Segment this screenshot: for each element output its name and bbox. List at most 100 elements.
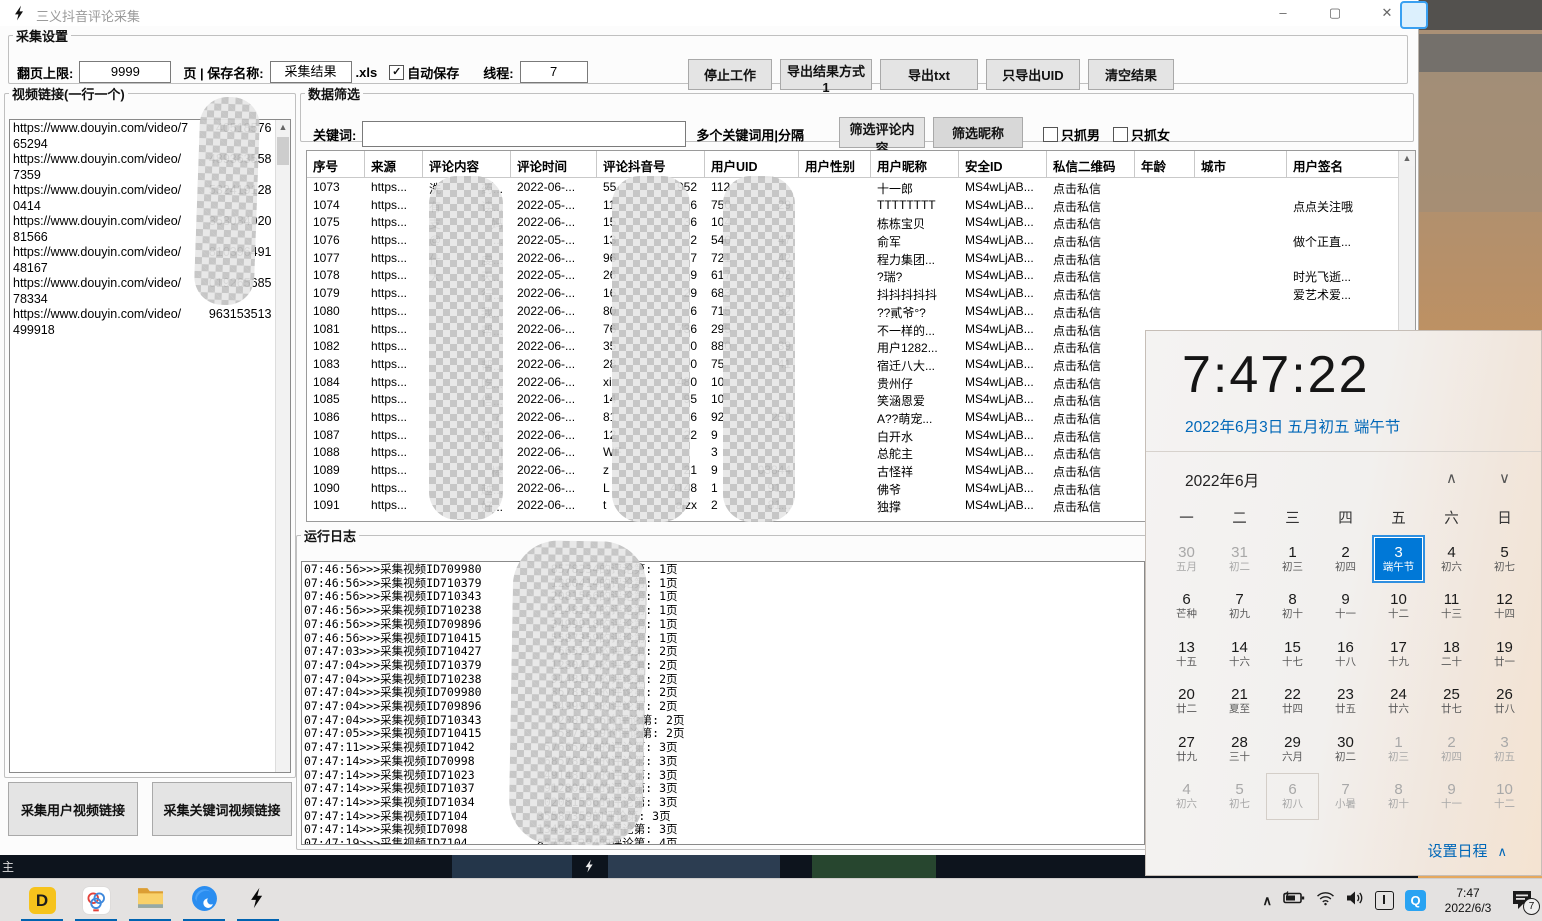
calendar-day[interactable]: 9十一	[1425, 773, 1478, 821]
calendar-day[interactable]: 30初二	[1319, 725, 1372, 773]
taskbar-qq-browser-icon[interactable]	[182, 879, 226, 921]
calendar-day[interactable]: 9十一	[1319, 583, 1372, 631]
calendar-day[interactable]: 28三十	[1213, 725, 1266, 773]
table-cell: 用户1282...	[871, 337, 959, 355]
calendar-day[interactable]: 25廿七	[1425, 678, 1478, 726]
taskbar-lightning-tool-icon[interactable]	[236, 879, 280, 921]
calendar-day[interactable]: 3端午节	[1372, 535, 1425, 583]
column-header[interactable]: 年龄	[1135, 151, 1195, 177]
column-header[interactable]: 序号	[307, 151, 365, 177]
collect-user-videos-button[interactable]: 采集用户视频链接	[8, 782, 138, 836]
calendar-day[interactable]: 2初四	[1425, 725, 1478, 773]
calendar-day[interactable]: 5初七	[1478, 535, 1531, 583]
keyword-input[interactable]	[362, 121, 686, 147]
column-header[interactable]: 来源	[365, 151, 423, 177]
calendar-day[interactable]: 22廿四	[1266, 678, 1319, 726]
calendar-day[interactable]: 8初十	[1266, 583, 1319, 631]
taskbar-douyin-tool-icon[interactable]: D	[20, 879, 64, 921]
calendar-day[interactable]: 31初二	[1213, 535, 1266, 583]
calendar-day[interactable]: 10十二	[1372, 583, 1425, 631]
close-button[interactable]: ✕	[1372, 3, 1402, 23]
tray-clock[interactable]: 7:47 2022/6/3	[1437, 886, 1499, 916]
male-only-checkbox[interactable]: 只抓男	[1043, 125, 1100, 144]
calendar-day[interactable]: 8初十	[1372, 773, 1425, 821]
calendar-day[interactable]: 6芒种	[1160, 583, 1213, 631]
calendar-day[interactable]: 30五月	[1160, 535, 1213, 583]
calendar-day[interactable]: 2初四	[1319, 535, 1372, 583]
column-header[interactable]: 用户签名	[1287, 151, 1399, 177]
calendar-day[interactable]: 20廿二	[1160, 678, 1213, 726]
taskbar-file-explorer-icon[interactable]	[128, 879, 172, 921]
calendar-day[interactable]: 4初六	[1425, 535, 1478, 583]
clock-date-link[interactable]: 2022年6月3日 五月初五 端午节	[1185, 415, 1400, 437]
filter-nickname-button[interactable]: 筛选昵称	[933, 117, 1023, 148]
log-line: 07:47:14>>>采集视频ID7104 35587359的评论第: 3页	[304, 810, 1142, 824]
calendar-day[interactable]: 3初五	[1478, 725, 1531, 773]
calendar-day[interactable]: 5初七	[1213, 773, 1266, 821]
collapse-icon[interactable]: ∧	[1497, 844, 1507, 859]
calendar-day[interactable]: 24廿六	[1372, 678, 1425, 726]
ime-icon[interactable]	[1375, 891, 1394, 910]
taskbar-baidu-netdisk-icon[interactable]	[74, 879, 118, 921]
set-schedule-link[interactable]: 设置日程	[1427, 843, 1487, 860]
calendar-day[interactable]: 26廿八	[1478, 678, 1531, 726]
column-header[interactable]: 用户UID	[705, 151, 799, 177]
scroll-up-icon[interactable]: ▲	[1399, 151, 1415, 166]
calendar-day[interactable]: 16十八	[1319, 630, 1372, 678]
column-header[interactable]: 评论抖音号	[597, 151, 705, 177]
threads-input[interactable]: 7	[520, 61, 588, 83]
table-cell: 2022-05-...	[511, 266, 597, 284]
log-output[interactable]: 07:46:56>>>采集视频ID709980 8578334的评论第: 1页0…	[301, 561, 1145, 845]
save-name-input[interactable]: 采集结果	[270, 61, 352, 83]
collect-keyword-videos-button[interactable]: 采集关键词视频链接	[152, 782, 292, 836]
scrollbar-thumb[interactable]	[277, 137, 289, 165]
female-only-checkbox[interactable]: 只抓女	[1113, 125, 1170, 144]
calendar-day[interactable]: 7小暑	[1319, 773, 1372, 821]
calendar-day[interactable]: 4初六	[1160, 773, 1213, 821]
day-number: 11	[1444, 591, 1460, 608]
calendar-day[interactable]: 29六月	[1266, 725, 1319, 773]
maximize-button[interactable]: ▢	[1320, 3, 1350, 23]
calendar-day[interactable]: 23廿五	[1319, 678, 1372, 726]
calendar-day[interactable]: 1初三	[1266, 535, 1319, 583]
calendar-next-icon[interactable]: ∨	[1499, 469, 1510, 487]
calendar-prev-icon[interactable]: ∧	[1446, 469, 1457, 487]
page-limit-input[interactable]: 9999	[79, 61, 171, 83]
tray-chevron-up-icon[interactable]: ∧	[1262, 893, 1272, 909]
tray-qq-icon[interactable]: Q	[1405, 890, 1426, 911]
notification-center-icon[interactable]: 7	[1510, 889, 1536, 913]
minimize-button[interactable]: –	[1268, 3, 1298, 23]
scroll-up-icon[interactable]: ▲	[276, 120, 290, 135]
calendar-day[interactable]: 10十二	[1478, 773, 1531, 821]
calendar-day[interactable]: 1初三	[1372, 725, 1425, 773]
column-header[interactable]: 评论内容	[423, 151, 511, 177]
autosave-checkbox[interactable]: ✓ 自动保存	[389, 63, 459, 82]
column-header[interactable]: 私信二维码	[1047, 151, 1135, 177]
calendar-day[interactable]: 6初八	[1266, 773, 1319, 821]
calendar-day[interactable]: 17十九	[1372, 630, 1425, 678]
table-cell: 点击私信	[1047, 390, 1135, 408]
day-number: 25	[1443, 686, 1460, 703]
filter-comment-button[interactable]: 筛选评论内容	[839, 117, 925, 148]
battery-icon[interactable]	[1283, 891, 1305, 910]
calendar-day[interactable]: 7初九	[1213, 583, 1266, 631]
calendar-day[interactable]: 27廿九	[1160, 725, 1213, 773]
column-header[interactable]: 用户昵称	[871, 151, 959, 177]
calendar-day[interactable]: 12十四	[1478, 583, 1531, 631]
wifi-icon[interactable]	[1316, 891, 1335, 911]
calendar-day[interactable]: 15十七	[1266, 630, 1319, 678]
day-lunar-label: 十五	[1176, 656, 1197, 669]
calendar-day[interactable]: 13十五	[1160, 630, 1213, 678]
column-header[interactable]: 评论时间	[511, 151, 597, 177]
calendar-day[interactable]: 11十三	[1425, 583, 1478, 631]
calendar-day[interactable]: 18二十	[1425, 630, 1478, 678]
volume-icon[interactable]	[1346, 890, 1364, 911]
column-header[interactable]: 安全ID	[959, 151, 1047, 177]
calendar-day[interactable]: 21夏至	[1213, 678, 1266, 726]
column-header[interactable]: 用户性别	[799, 151, 871, 177]
links-scrollbar[interactable]: ▲	[275, 120, 290, 772]
column-header[interactable]: 城市	[1195, 151, 1287, 177]
calendar-day[interactable]: 14十六	[1213, 630, 1266, 678]
title-bar[interactable]: 三义抖音评论采集 – ▢ ✕	[0, 0, 1418, 26]
calendar-day[interactable]: 19廿一	[1478, 630, 1531, 678]
